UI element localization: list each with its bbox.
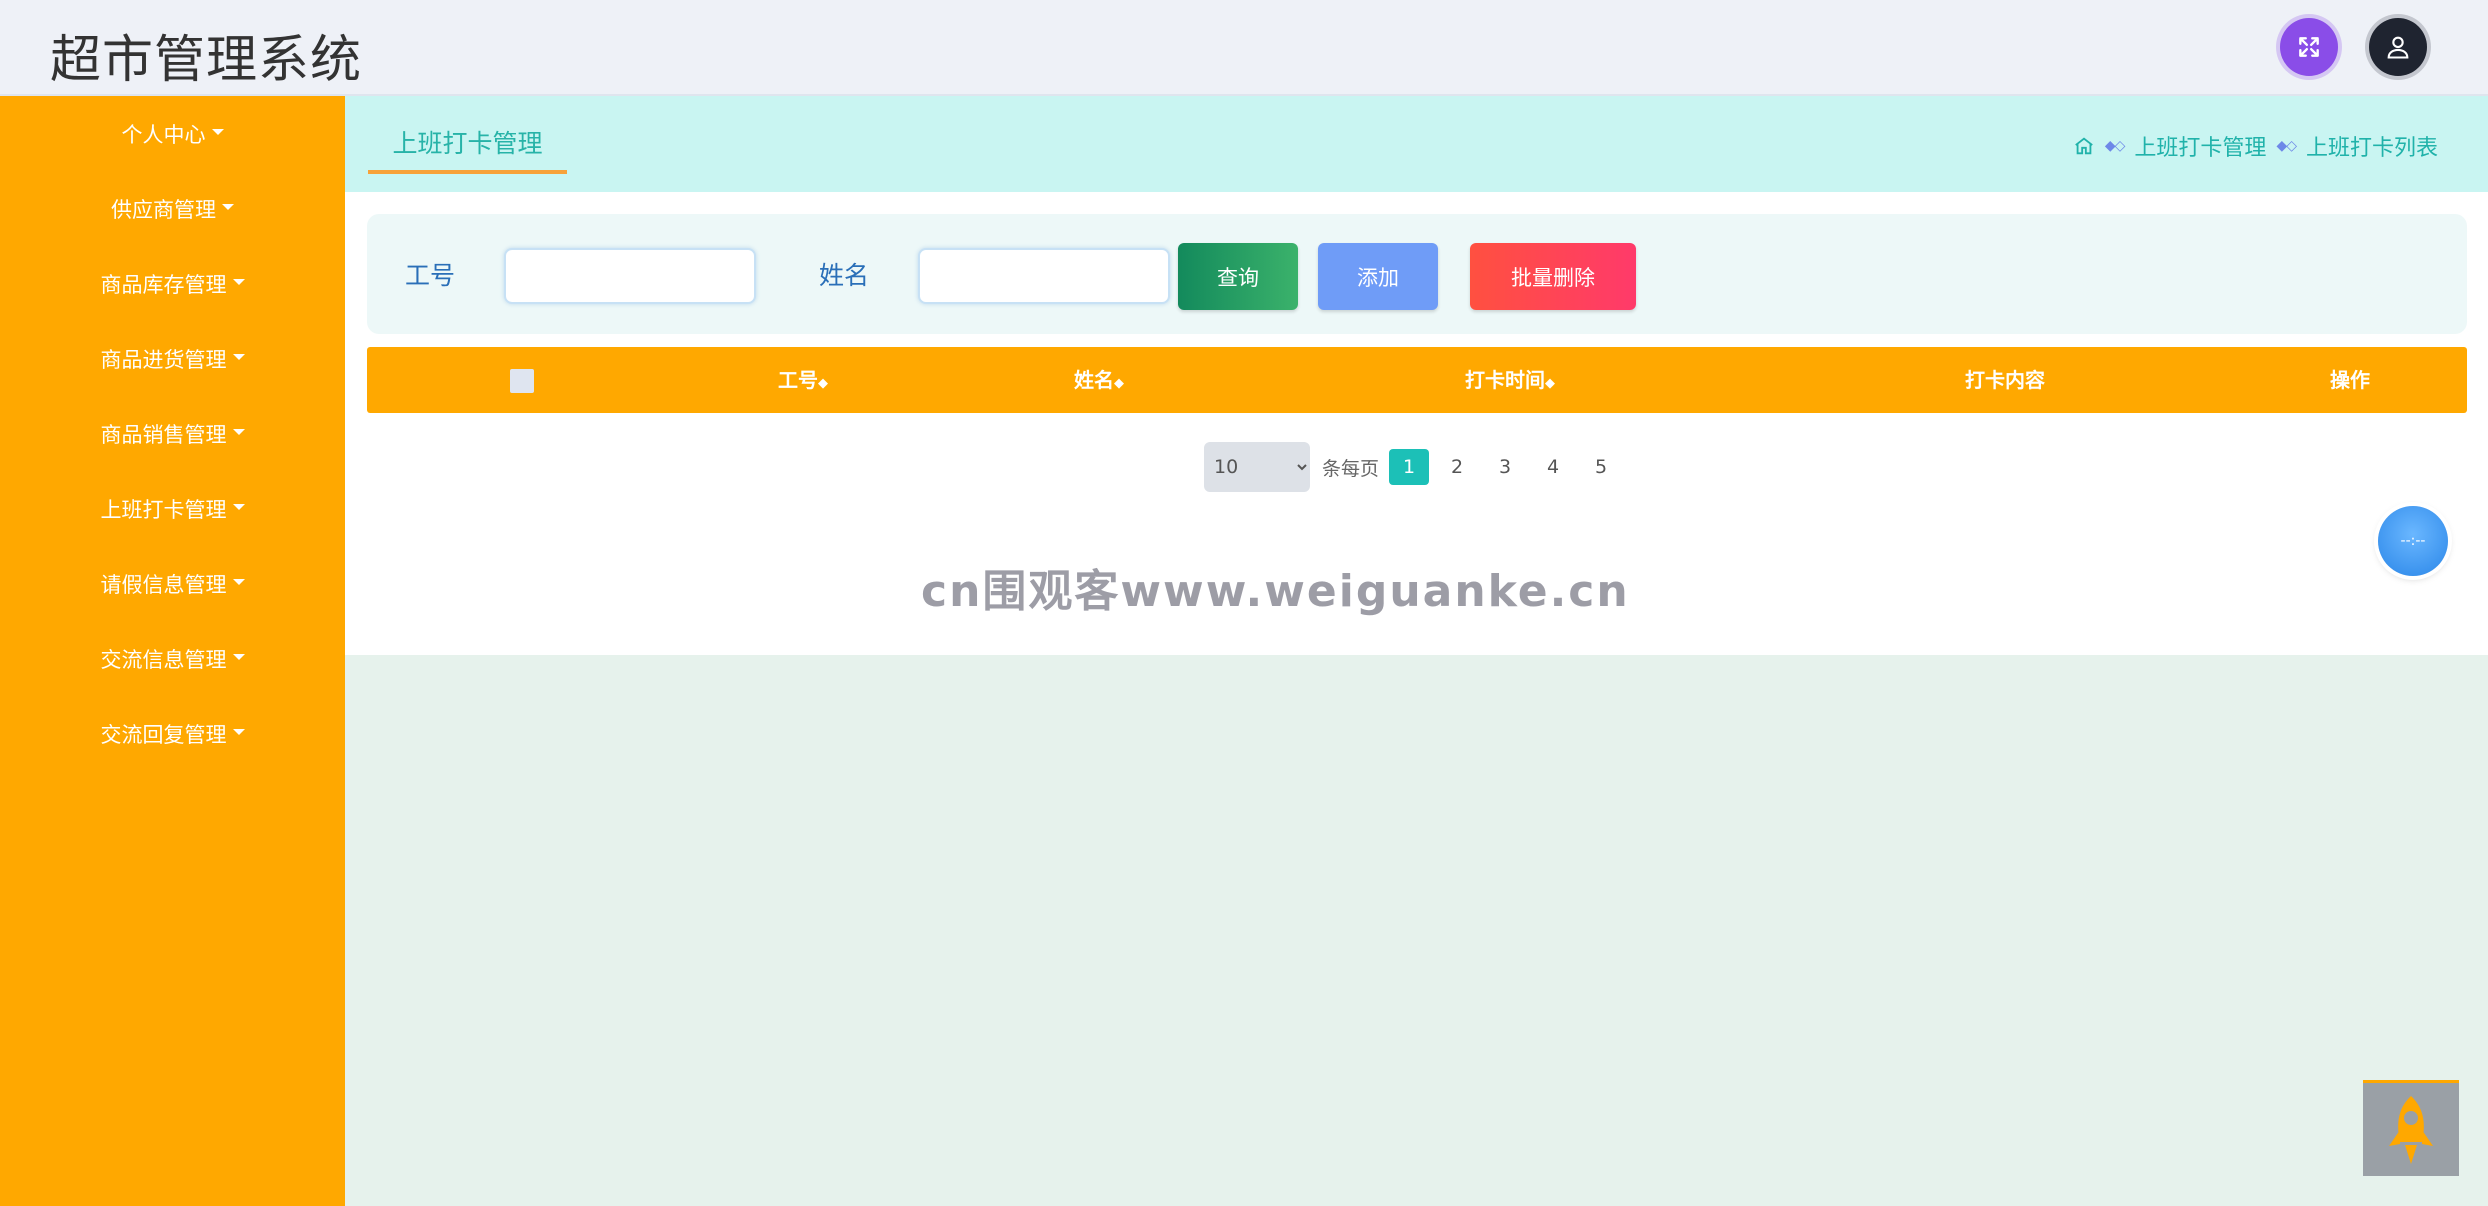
caret-down-icon <box>232 503 245 510</box>
sidebar-item-purchase[interactable]: 商品进货管理 <box>0 321 345 396</box>
sidebar-item-label: 交流回复管理 <box>100 722 227 747</box>
employee-id-label: 工号 <box>405 261 456 290</box>
search-panel: 工号 姓名 查询 添加 批量删除 <box>367 214 2467 334</box>
page-2[interactable]: 2 <box>1437 449 1477 485</box>
sidebar: 个人中心 供应商管理 商品库存管理 商品进货管理 商品销售管理 上班打卡管理 请… <box>0 96 345 1206</box>
caret-down-icon <box>232 428 245 435</box>
caret-down-icon <box>211 128 224 135</box>
page-5[interactable]: 5 <box>1581 449 1621 485</box>
diamond-separator-icon: ◆◇ <box>2276 138 2297 154</box>
caret-down-icon <box>222 203 234 210</box>
app-header: 超市管理系统 <box>0 0 2488 96</box>
main-area: 上班打卡管理 ◆◇ 上班打卡管理 ◆◇ 上班打卡列表 工号 姓名 查询 添加 批… <box>345 96 2488 1206</box>
column-header-name[interactable]: 姓名◆ <box>1074 347 1124 413</box>
table-header: 工号◆ 姓名◆ 打卡时间◆ 打卡内容 操作 <box>367 347 2467 413</box>
caret-down-icon <box>232 353 245 360</box>
home-icon[interactable] <box>2073 135 2095 157</box>
sort-icon: ◆ <box>818 376 828 391</box>
watermark: cn围观客www.weiguanke.cn <box>921 566 1630 617</box>
user-avatar-button[interactable] <box>2369 18 2427 76</box>
breadcrumb-level2: 上班打卡列表 <box>2305 136 2438 161</box>
sidebar-item-label: 上班打卡管理 <box>100 497 227 522</box>
sidebar-item-leave[interactable]: 请假信息管理 <box>0 546 345 621</box>
breadcrumb: ◆◇ 上班打卡管理 ◆◇ 上班打卡列表 <box>2073 130 2438 162</box>
sort-icon: ◆ <box>1545 376 1555 391</box>
user-icon <box>2387 36 2409 59</box>
per-page-label: 条每页 <box>1322 458 1380 480</box>
page-size-select[interactable]: 10 <box>1204 442 1310 492</box>
tab-clock-in-management[interactable]: 上班打卡管理 <box>368 124 567 174</box>
employee-id-input[interactable] <box>504 248 756 304</box>
sidebar-item-label: 个人中心 <box>121 122 206 147</box>
sidebar-item-supplier[interactable]: 供应商管理 <box>0 171 345 246</box>
column-header-clock-time[interactable]: 打卡时间◆ <box>1465 347 1555 413</box>
bulk-delete-button[interactable]: 批量删除 <box>1470 243 1636 310</box>
page-4[interactable]: 4 <box>1533 449 1573 485</box>
rocket-icon <box>2389 1095 2433 1164</box>
caret-down-icon <box>232 728 245 735</box>
sidebar-item-label: 请假信息管理 <box>100 572 227 597</box>
page-3[interactable]: 3 <box>1485 449 1525 485</box>
sidebar-item-personal-center[interactable]: 个人中心 <box>0 96 345 171</box>
sidebar-item-label: 商品销售管理 <box>100 422 227 447</box>
pagination: 10 条每页 1 2 3 4 5 <box>345 442 2488 492</box>
column-header-employee-id[interactable]: 工号◆ <box>778 347 828 413</box>
sidebar-item-label: 商品进货管理 <box>100 347 227 372</box>
caret-down-icon <box>232 578 245 585</box>
tab-bar: 上班打卡管理 ◆◇ 上班打卡管理 ◆◇ 上班打卡列表 <box>345 96 2488 192</box>
expand-icon <box>2299 37 2319 57</box>
column-header-actions: 操作 <box>2330 368 2370 392</box>
fullscreen-button[interactable] <box>2280 18 2338 76</box>
column-header-clock-content: 打卡内容 <box>1965 368 2045 392</box>
floating-clock-widget[interactable]: --:-- <box>2378 506 2448 576</box>
page-1[interactable]: 1 <box>1389 449 1429 485</box>
select-all-checkbox[interactable] <box>510 369 534 393</box>
sort-icon: ◆ <box>1114 376 1124 391</box>
sidebar-item-clock-in[interactable]: 上班打卡管理 <box>0 471 345 546</box>
add-button[interactable]: 添加 <box>1318 243 1438 310</box>
caret-down-icon <box>232 278 245 285</box>
back-to-top-button[interactable] <box>2363 1080 2459 1176</box>
sidebar-item-inventory[interactable]: 商品库存管理 <box>0 246 345 321</box>
sidebar-item-replies[interactable]: 交流回复管理 <box>0 696 345 771</box>
sidebar-item-sales[interactable]: 商品销售管理 <box>0 396 345 471</box>
sidebar-item-label: 交流信息管理 <box>100 647 227 672</box>
sidebar-item-messages[interactable]: 交流信息管理 <box>0 621 345 696</box>
clock-text: --:-- <box>2400 533 2426 549</box>
diamond-separator-icon: ◆◇ <box>2104 138 2126 154</box>
breadcrumb-level1[interactable]: 上班打卡管理 <box>2134 130 2266 162</box>
app-title: 超市管理系统 <box>50 31 363 90</box>
query-button[interactable]: 查询 <box>1178 243 1298 310</box>
name-label: 姓名 <box>819 261 870 290</box>
name-input[interactable] <box>918 248 1170 304</box>
sidebar-item-label: 供应商管理 <box>111 197 216 222</box>
caret-down-icon <box>232 653 245 660</box>
sidebar-item-label: 商品库存管理 <box>100 272 227 297</box>
